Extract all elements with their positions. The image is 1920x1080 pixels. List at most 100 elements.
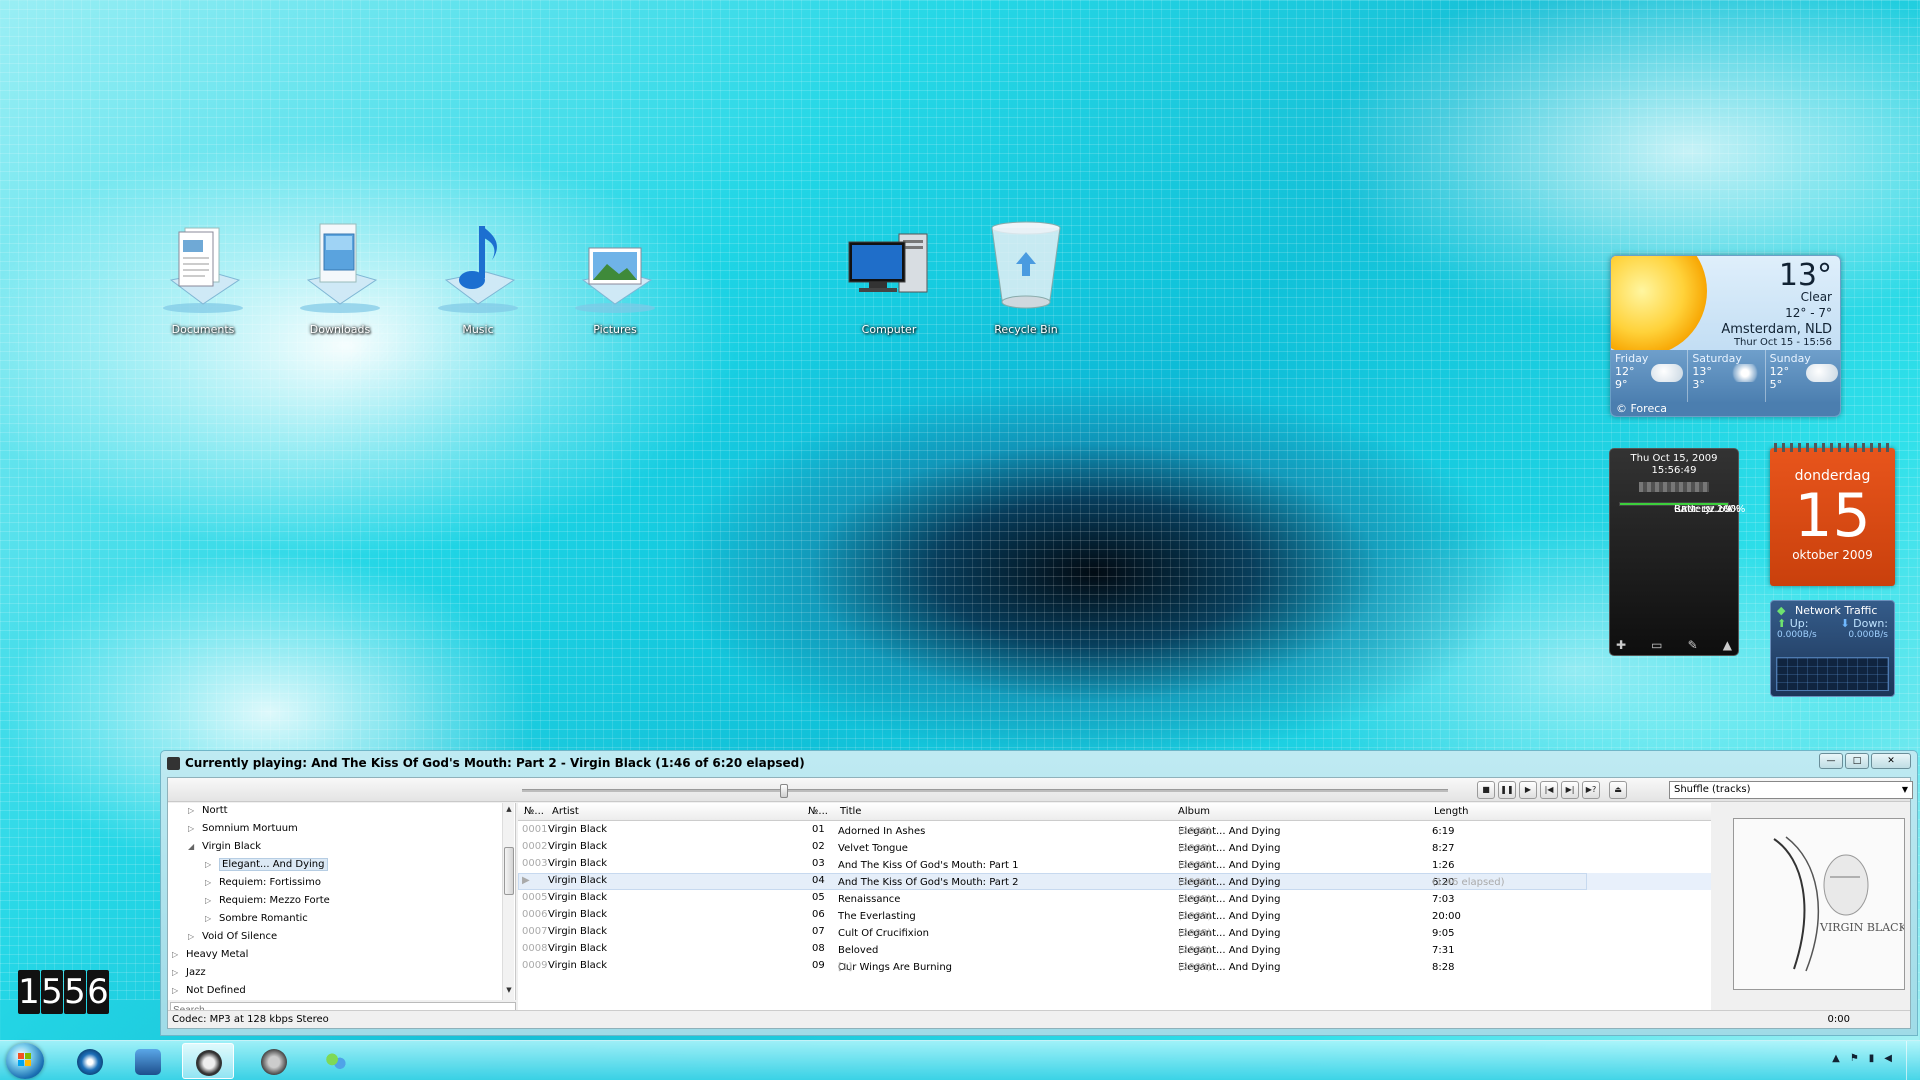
scroll-thumb[interactable] [504, 847, 514, 895]
tree-item-label: Heavy Metal [186, 949, 249, 960]
tree-item[interactable]: ▷ Void Of Silence [188, 931, 277, 942]
show-desktop-button[interactable] [1906, 1041, 1920, 1080]
monitor-icon[interactable]: ▭ [1651, 638, 1662, 652]
action-center-icon[interactable]: ⚑ [1850, 1053, 1859, 1064]
playlist-row[interactable]: 0006 Virgin Black 06 The Everlasting Elegant… [518, 907, 1713, 924]
playlist-row[interactable]: 0002 Virgin Black 02 Velvet Tongue Elegant..… [518, 839, 1713, 856]
column-number[interactable]: №... [524, 806, 544, 817]
tree-item[interactable]: ▷ Not Defined [172, 985, 246, 996]
cell-length-text: 9:05 [1432, 928, 1455, 939]
volume-icon[interactable]: ◀ [1884, 1053, 1892, 1064]
pictures-icon [575, 247, 655, 313]
playback-time: 0:00 [1827, 1014, 1850, 1025]
play-button[interactable]: ▶ [1519, 781, 1537, 799]
scroll-up-icon[interactable]: ▲ [503, 805, 515, 817]
stop-button[interactable]: ■ [1477, 781, 1495, 799]
previous-button[interactable]: |◀ [1540, 781, 1558, 799]
windows-logo-icon [18, 1053, 31, 1066]
down-label-text: Down: [1853, 617, 1888, 630]
desktop-icon-label: Pictures [593, 323, 637, 336]
desktop-icon-label: Documents [171, 323, 235, 336]
seek-handle[interactable] [780, 784, 788, 798]
maximize-button[interactable]: □ [1845, 753, 1869, 769]
desktop-icon-computer[interactable]: Computer [831, 220, 947, 336]
expand-icon: ▷ [188, 824, 195, 833]
pause-button[interactable]: ❚❚ [1498, 781, 1516, 799]
tree-item[interactable]: ▷ Requiem: Fortissimo [205, 877, 321, 888]
cell-year: (2003) [1178, 860, 1212, 871]
cell-artist: Virgin Black [548, 943, 608, 954]
tree-item-label: Somnium Mortuum [202, 823, 298, 834]
taskbar-button-media-center[interactable] [122, 1043, 174, 1079]
calendar-gadget[interactable]: donderdag 15 oktober 2009 [1770, 443, 1895, 586]
random-button[interactable]: ▶? [1582, 781, 1600, 799]
tree-item-label: Not Defined [186, 985, 246, 996]
playback-controls: ■ ❚❚ ▶ |◀ ▶| ▶? ⏏ [1477, 781, 1627, 799]
tree-item-selected[interactable]: ▷ Elegant... And Dying [205, 858, 328, 871]
cell-track-number: 08 [812, 943, 825, 954]
playlist-row[interactable]: 0001 Virgin Black 01 Adorned In Ashes Elegan… [518, 822, 1713, 839]
collapse-icon: ◢ [188, 842, 195, 851]
playlist[interactable]: №... Artist №... Title Album Length 0001… [518, 803, 1714, 1018]
codec-info: Codec: MP3 at 128 kbps Stereo [172, 1014, 329, 1025]
tree-item[interactable]: ◢ Virgin Black [188, 841, 261, 852]
desktop-icon-music[interactable]: Music [420, 220, 536, 336]
desktop-icon-downloads[interactable]: Downloads [282, 220, 398, 336]
tree-item[interactable]: ▷ Jazz [172, 967, 206, 978]
start-button[interactable] [6, 1043, 44, 1079]
tray-expand-icon[interactable]: ▲ [1832, 1053, 1840, 1064]
cell-number: 0009 [522, 960, 548, 971]
network-tray-icon[interactable]: ▮ [1869, 1053, 1875, 1064]
desktop-icon-documents[interactable]: Documents [145, 220, 261, 336]
taskbar-button-music-player[interactable] [182, 1043, 234, 1079]
column-track-number[interactable]: №... [808, 806, 828, 817]
column-album[interactable]: Album [1178, 806, 1210, 817]
cell-artist: Virgin Black [548, 824, 608, 835]
close-button[interactable]: ✕ [1871, 753, 1911, 769]
weather-gadget[interactable]: 13° Clear 12° - 7° Amsterdam, NLD Thur O… [1610, 255, 1841, 417]
cell-number: 0008 [522, 943, 548, 954]
desktop-icon-pictures[interactable]: Pictures [557, 220, 673, 336]
tree-scrollbar[interactable]: ▲ ▼ [502, 803, 514, 1000]
add-icon[interactable]: ✚ [1616, 638, 1626, 652]
cell-artist: Virgin Black [548, 875, 608, 886]
playlist-row-playing[interactable]: ▶ Virgin Black 04 And The Kiss Of God's Mou… [518, 873, 1713, 890]
playlist-row[interactable]: 0009 Virgin Black 09 Our Wings Are Burning … [518, 958, 1713, 975]
playlist-row[interactable]: 0008 Virgin Black 08 Beloved Elegant... And … [518, 941, 1713, 958]
column-title[interactable]: Title [840, 806, 861, 817]
weather-credit[interactable]: © Foreca [1611, 402, 1840, 416]
playlist-row[interactable]: 0005 Virgin Black 05 Renaissance Elegant... … [518, 890, 1713, 907]
settings-icon[interactable]: ✎ [1688, 638, 1698, 652]
network-traffic-gadget[interactable]: ◆ Network Traffic ⬆ Up: ⬇ Down: 0.000B/s… [1770, 600, 1895, 697]
playback-order-select[interactable]: Shuffle (tracks) ▼ [1669, 781, 1913, 799]
cell-title-text: Velvet Tongue [838, 843, 908, 854]
seek-bar[interactable] [522, 784, 1448, 798]
lock-icon[interactable]: ▲ [1723, 638, 1732, 652]
tree-item[interactable]: ▷ Nortt [188, 805, 228, 816]
music-player-window[interactable]: Currently playing: And The Kiss Of God's… [160, 750, 1918, 1036]
system-meter-gadget[interactable]: Thu Oct 15, 2009 15:56:49 CPU: 19.2% RAM… [1609, 448, 1745, 656]
cloud-icon [1651, 364, 1684, 382]
column-artist[interactable]: Artist [552, 806, 579, 817]
cell-year: (2003) [1178, 843, 1212, 854]
eject-button[interactable]: ⏏ [1609, 781, 1627, 799]
playlist-row[interactable]: 0003 Virgin Black 03 And The Kiss Of God's … [518, 856, 1713, 873]
cell-length-text: 6:19 [1432, 826, 1455, 837]
taskbar-button-winamp[interactable] [64, 1043, 116, 1079]
library-tree[interactable]: ▷ Nortt ▷ Somnium Mortuum ◢ Virgin Black ▷ E… [168, 803, 516, 1000]
tree-item[interactable]: ▷ Requiem: Mezzo Forte [205, 895, 330, 906]
recycle-bin-icon [991, 221, 1061, 309]
tree-item[interactable]: ▷ Somnium Mortuum [188, 823, 298, 834]
minimize-button[interactable]: — [1819, 753, 1843, 769]
playlist-row[interactable]: 0007 Virgin Black 07 Cult Of Crucifixion Ele… [518, 924, 1713, 941]
next-button[interactable]: ▶| [1561, 781, 1579, 799]
scroll-down-icon[interactable]: ▼ [503, 986, 515, 998]
column-length[interactable]: Length [1434, 806, 1469, 817]
taskbar-button-shield[interactable] [248, 1043, 300, 1079]
taskbar: ▲ ⚑ ▮ ◀ [0, 1040, 1920, 1080]
tree-item[interactable]: ▷ Heavy Metal [172, 949, 248, 960]
tree-item[interactable]: ▷ Sombre Romantic [205, 913, 308, 924]
cell-track-number: 07 [812, 926, 825, 937]
taskbar-button-messenger[interactable] [310, 1043, 362, 1079]
desktop-icon-recycle-bin[interactable]: Recycle Bin [968, 220, 1084, 336]
